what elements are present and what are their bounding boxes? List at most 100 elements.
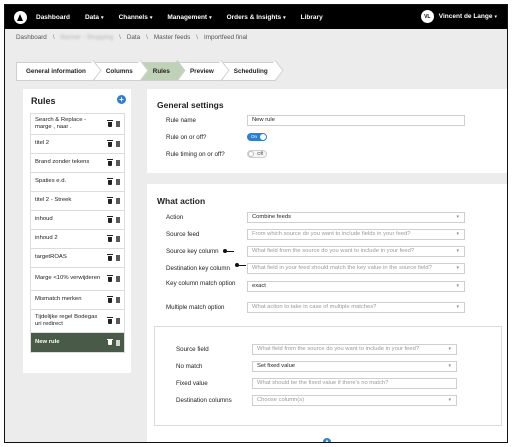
trash-icon[interactable] — [107, 254, 113, 261]
drag-handle-icon[interactable] — [116, 255, 120, 261]
key-column-match-select[interactable]: exact ▾ — [247, 281, 465, 292]
drag-handle-icon[interactable] — [116, 179, 120, 185]
trash-icon[interactable] — [107, 216, 113, 223]
what-action-title: What action — [157, 196, 206, 206]
multiple-match-label: Multiple match option — [166, 304, 225, 311]
breadcrumb: Dashboard \ Banner - Shopping \ Data \ M… — [16, 34, 247, 41]
list-item[interactable]: Spaties e.d. — [30, 173, 125, 192]
tab-scheduling[interactable]: Scheduling — [221, 62, 276, 81]
drag-handle-icon[interactable] — [116, 339, 120, 346]
breadcrumb-separator: \ — [52, 34, 55, 41]
nav-management[interactable]: Management ▾ — [167, 14, 211, 21]
chevron-down-icon: ▾ — [456, 248, 459, 254]
list-item[interactable]: Mismatch merken — [30, 291, 125, 310]
nav-orders-insights[interactable]: Orders & Insights ▾ — [227, 14, 286, 21]
trash-icon[interactable] — [107, 338, 113, 345]
drag-handle-icon[interactable] — [116, 121, 120, 127]
user-name: Vincent de Lange — [438, 13, 493, 20]
rule-label: Marge <10% verwijderen — [35, 275, 101, 282]
source-field-label: Source field — [176, 346, 209, 353]
list-item[interactable]: inhoud 2 — [30, 230, 125, 249]
brand-logo-icon[interactable] — [14, 10, 27, 24]
action-label: Action — [166, 214, 184, 221]
arrow-up-circle-icon[interactable]: ▲ — [323, 438, 331, 442]
breadcrumb-separator: \ — [119, 34, 121, 41]
drag-handle-icon[interactable] — [116, 236, 120, 242]
rule-editor: General settings Rule name New rule Rule… — [147, 89, 507, 442]
toggle-knob — [248, 151, 254, 157]
chevron-down-icon: ▾ — [456, 283, 459, 289]
source-feed-select[interactable]: From which source do you want to include… — [247, 229, 465, 240]
drag-handle-icon[interactable] — [116, 318, 120, 324]
chevron-down-icon: ▾ — [448, 397, 451, 403]
source-field-select[interactable]: What field from the source do you want t… — [252, 344, 457, 355]
chevron-down-icon: ▾ — [101, 14, 104, 21]
destination-columns-select[interactable]: Choose column(s) ▾ — [252, 395, 457, 406]
list-item[interactable]: Tijdelijke regel Bodegas uri redirect — [30, 310, 125, 333]
wizard-tabs: General information Columns Rules Previe… — [16, 62, 276, 81]
drag-handle-icon[interactable] — [116, 141, 120, 147]
nav-dashboard[interactable]: Dashboard — [36, 14, 70, 21]
multiple-match-select[interactable]: What action to take in case of multiple … — [247, 302, 465, 313]
tab-columns[interactable]: Columns — [93, 62, 141, 81]
list-item-active[interactable]: New rule — [30, 333, 125, 353]
rule-timing-toggle[interactable]: Off — [247, 150, 267, 158]
trash-icon[interactable] — [107, 235, 113, 242]
rule-on-toggle[interactable]: On — [247, 133, 267, 141]
breadcrumb-separator: \ — [196, 34, 199, 41]
column-mapping-card: Source field What field from the source … — [154, 326, 502, 426]
toggle-state-text: On — [251, 134, 258, 139]
trash-icon[interactable] — [107, 197, 113, 204]
drag-handle-icon[interactable] — [116, 160, 120, 166]
general-settings-card: General settings Rule name New rule Rule… — [147, 89, 507, 173]
trash-icon[interactable] — [107, 178, 113, 185]
breadcrumb-account[interactable]: Banner - Shopping — [61, 34, 114, 41]
trash-icon[interactable] — [107, 140, 113, 147]
toggle-state-text: Off — [257, 151, 263, 156]
nav-channels[interactable]: Channels ▾ — [119, 14, 153, 21]
fixed-value-label: Fixed value — [176, 380, 208, 387]
list-item[interactable]: Marge <10% verwijderen — [30, 268, 125, 291]
breadcrumb-master-feeds[interactable]: Master feeds — [154, 34, 190, 41]
no-match-select[interactable]: Set fixed value ▾ — [252, 361, 457, 372]
list-item[interactable]: Search & Replace - marge , naar . — [30, 113, 125, 135]
breadcrumb-current: Importfeed final — [204, 34, 248, 41]
list-item[interactable]: titel 2 — [30, 135, 125, 154]
trash-icon[interactable] — [107, 159, 113, 166]
drag-handle-icon[interactable] — [116, 297, 120, 303]
list-item[interactable]: titel 2 - Streek — [30, 192, 125, 211]
list-item[interactable]: Brand zonder tekens — [30, 154, 125, 173]
nav-data[interactable]: Data ▾ — [85, 14, 104, 21]
list-item[interactable]: inhoud — [30, 211, 125, 230]
rule-name-label: Rule name — [166, 117, 196, 124]
trash-icon[interactable] — [107, 275, 113, 282]
list-item[interactable]: targetROAS — [30, 249, 125, 268]
drag-handle-icon[interactable] — [116, 198, 120, 204]
rule-name-input[interactable]: New rule — [247, 115, 465, 126]
user-menu[interactable]: VL Vincent de Lange ▾ — [420, 10, 497, 23]
fixed-value-input[interactable]: What should be the fixed value if there'… — [252, 378, 457, 389]
trash-icon[interactable] — [107, 296, 113, 303]
destination-columns-label: Destination columns — [176, 397, 232, 404]
source-key-column-select[interactable]: What field from the source do you want t… — [247, 246, 465, 257]
drag-handle-icon[interactable] — [116, 217, 120, 223]
trash-icon[interactable] — [107, 120, 113, 127]
chevron-down-icon: ▾ — [448, 346, 451, 352]
destination-key-column-label: Destination key column — [166, 265, 230, 272]
chevron-down-icon: ▾ — [149, 14, 153, 21]
tab-general-information[interactable]: General information — [16, 62, 94, 81]
action-select[interactable]: Combine feeds ▾ — [247, 212, 465, 223]
trash-icon[interactable] — [107, 317, 113, 324]
breadcrumb-dashboard[interactable]: Dashboard — [16, 34, 47, 41]
drag-handle-icon[interactable] — [116, 276, 120, 282]
chevron-down-icon: ▾ — [209, 14, 212, 21]
breadcrumb-data[interactable]: Data — [127, 34, 140, 41]
rules-title: Rules — [31, 96, 56, 106]
nav-library[interactable]: Library — [301, 14, 323, 21]
rule-on-label: Rule on or off? — [166, 134, 207, 141]
destination-key-column-select[interactable]: What field in your feed should match the… — [247, 263, 465, 274]
what-action-card: What action Action Combine feeds ▾ Source… — [147, 184, 507, 442]
rule-label: inhoud — [35, 216, 53, 223]
plus-circle-icon[interactable]: + — [117, 95, 126, 104]
breadcrumb-separator: \ — [146, 34, 148, 41]
